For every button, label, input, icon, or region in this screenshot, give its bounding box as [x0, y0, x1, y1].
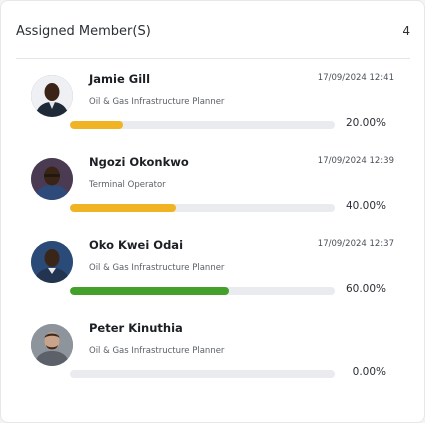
member-role: Oil & Gas Infrastructure Planner — [89, 346, 225, 356]
member-timestamp: 17/09/2024 12:41 — [317, 73, 394, 83]
card-header: Assigned Member(S) 4 — [16, 19, 410, 43]
assigned-members-card: Assigned Member(S) 4 Jamie Gill 17/09/20… — [0, 0, 425, 423]
member-name: Oko Kwei Odai — [89, 238, 184, 252]
progress-bar — [70, 370, 335, 378]
progress-percent: 0.00% — [352, 366, 386, 378]
progress-bar — [70, 287, 335, 295]
member-row[interactable]: Peter Kinuthia Oil & Gas Infrastructure … — [31, 321, 397, 391]
progress-bar-fill — [70, 287, 229, 295]
progress-bar — [70, 121, 335, 129]
member-avatar — [31, 75, 73, 117]
card-title: Assigned Member(S) — [16, 23, 151, 39]
member-name: Ngozi Okonkwo — [89, 155, 189, 169]
progress-percent: 20.00% — [345, 117, 386, 129]
member-name: Jamie Gill — [89, 72, 151, 86]
member-role: Terminal Operator — [89, 180, 166, 190]
member-row[interactable]: Oko Kwei Odai 17/09/2024 12:37 Oil & Gas… — [31, 238, 397, 308]
member-avatar — [31, 158, 73, 200]
progress-bar — [70, 204, 335, 212]
member-count: 4 — [402, 24, 410, 38]
member-timestamp: 17/09/2024 12:37 — [317, 239, 394, 249]
member-row[interactable]: Ngozi Okonkwo 17/09/2024 12:39 Terminal … — [31, 155, 397, 225]
member-role: Oil & Gas Infrastructure Planner — [89, 97, 225, 107]
member-avatar — [31, 324, 73, 366]
member-timestamp: 17/09/2024 12:39 — [317, 156, 394, 166]
progress-bar-fill — [70, 121, 123, 129]
progress-percent: 60.00% — [345, 283, 386, 295]
member-row[interactable]: Jamie Gill 17/09/2024 12:41 Oil & Gas In… — [31, 72, 397, 142]
progress-percent: 40.00% — [345, 200, 386, 212]
progress-bar-fill — [70, 204, 176, 212]
member-avatar — [31, 241, 73, 283]
member-name: Peter Kinuthia — [89, 321, 183, 335]
header-divider — [16, 58, 410, 59]
member-role: Oil & Gas Infrastructure Planner — [89, 263, 225, 273]
